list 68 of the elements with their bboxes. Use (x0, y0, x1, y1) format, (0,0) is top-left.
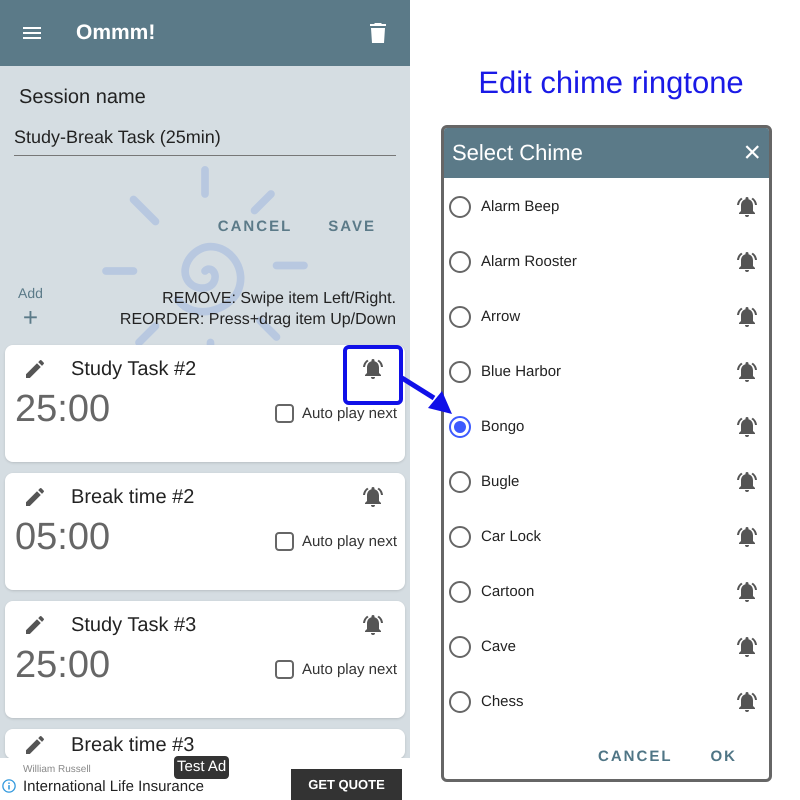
test-ad-badge: Test Ad (174, 756, 230, 778)
task-title: Study Task #3 (71, 614, 198, 636)
bell-icon (735, 635, 759, 659)
caption-text: Edit chime ringtone (477, 64, 745, 102)
bell-icon (735, 470, 759, 494)
ok-button[interactable]: OK (710, 746, 737, 768)
radio-button[interactable] (449, 251, 471, 273)
info-icon[interactable] (2, 779, 16, 793)
bell-icon (735, 305, 759, 329)
timer-text: 25:00 (14, 389, 110, 429)
hint-text: REMOVE: Swipe item Left/Right. (162, 288, 396, 308)
callout-arrow (402, 374, 454, 416)
task-card[interactable]: Break time #3 (5, 729, 405, 759)
radio-button[interactable] (449, 361, 471, 383)
session-name-field[interactable]: Study-Break Task (25min) (14, 124, 396, 156)
task-title: Study Task #2 (71, 358, 198, 380)
pencil-icon[interactable] (23, 485, 47, 509)
task-card[interactable]: Break time #2 05:00 Auto play next (5, 473, 405, 590)
advertiser-name: William Russell (23, 764, 91, 774)
app-title: Ommm! (76, 20, 156, 46)
timer-text: 05:00 (14, 517, 110, 557)
bell-icon[interactable] (361, 357, 385, 381)
chime-option[interactable]: Alarm Beep (444, 180, 769, 234)
bell-icon[interactable] (361, 613, 385, 637)
chime-option[interactable]: Alarm Rooster (444, 234, 769, 290)
chime-option[interactable]: Arrow (444, 290, 769, 344)
radio-button[interactable] (449, 416, 471, 438)
radio-button[interactable] (449, 471, 471, 493)
pencil-icon[interactable] (23, 357, 47, 381)
bell-icon (735, 525, 759, 549)
get-quote-button[interactable]: GET QUOTE (291, 769, 402, 800)
radio-button[interactable] (449, 691, 471, 713)
bell-icon (735, 360, 759, 384)
bell-icon[interactable] (361, 485, 385, 509)
pencil-icon[interactable] (23, 613, 47, 637)
bell-icon (735, 195, 759, 219)
dialog-title: Select Chime (452, 139, 583, 167)
chime-option[interactable]: Cave (444, 620, 769, 674)
chime-option[interactable]: Car Lock (444, 510, 769, 564)
auto-play-checkbox[interactable]: Auto play next (274, 402, 397, 429)
cancel-button[interactable]: CANCEL (598, 746, 672, 768)
chime-option[interactable]: Bugle (444, 454, 769, 510)
task-card[interactable]: Study Task #3 25:00 Auto play next (5, 601, 405, 718)
radio-button[interactable] (449, 196, 471, 218)
auto-play-checkbox[interactable]: Auto play next (274, 658, 397, 685)
bell-icon (735, 580, 759, 604)
hint-text: REORDER: Press+drag item Up/Down (120, 310, 396, 330)
chime-option[interactable]: Cartoon (444, 564, 769, 620)
task-title: Break time #3 (71, 734, 196, 756)
chime-option[interactable]: Blue Harbor (444, 344, 769, 400)
bell-icon (735, 690, 759, 714)
chime-option[interactable]: Chess (444, 674, 769, 730)
chime-option[interactable]: Bongo (444, 400, 769, 454)
radio-button[interactable] (449, 526, 471, 548)
radio-button[interactable] (449, 636, 471, 658)
task-title: Break time #2 (71, 486, 196, 508)
task-card[interactable]: Study Task #2 25:00 Auto play next (5, 345, 405, 462)
bell-icon (735, 250, 759, 274)
auto-play-checkbox[interactable]: Auto play next (274, 530, 397, 557)
bell-icon (735, 415, 759, 439)
radio-button[interactable] (449, 306, 471, 328)
timer-text: 25:00 (14, 645, 110, 685)
close-button[interactable]: × (743, 138, 761, 168)
radio-button[interactable] (449, 581, 471, 603)
plus-icon: + (22, 304, 38, 330)
ad-headline: International Life Insurance (23, 778, 205, 794)
session-name-label: Session name (18, 85, 147, 110)
pencil-icon[interactable] (23, 733, 47, 757)
